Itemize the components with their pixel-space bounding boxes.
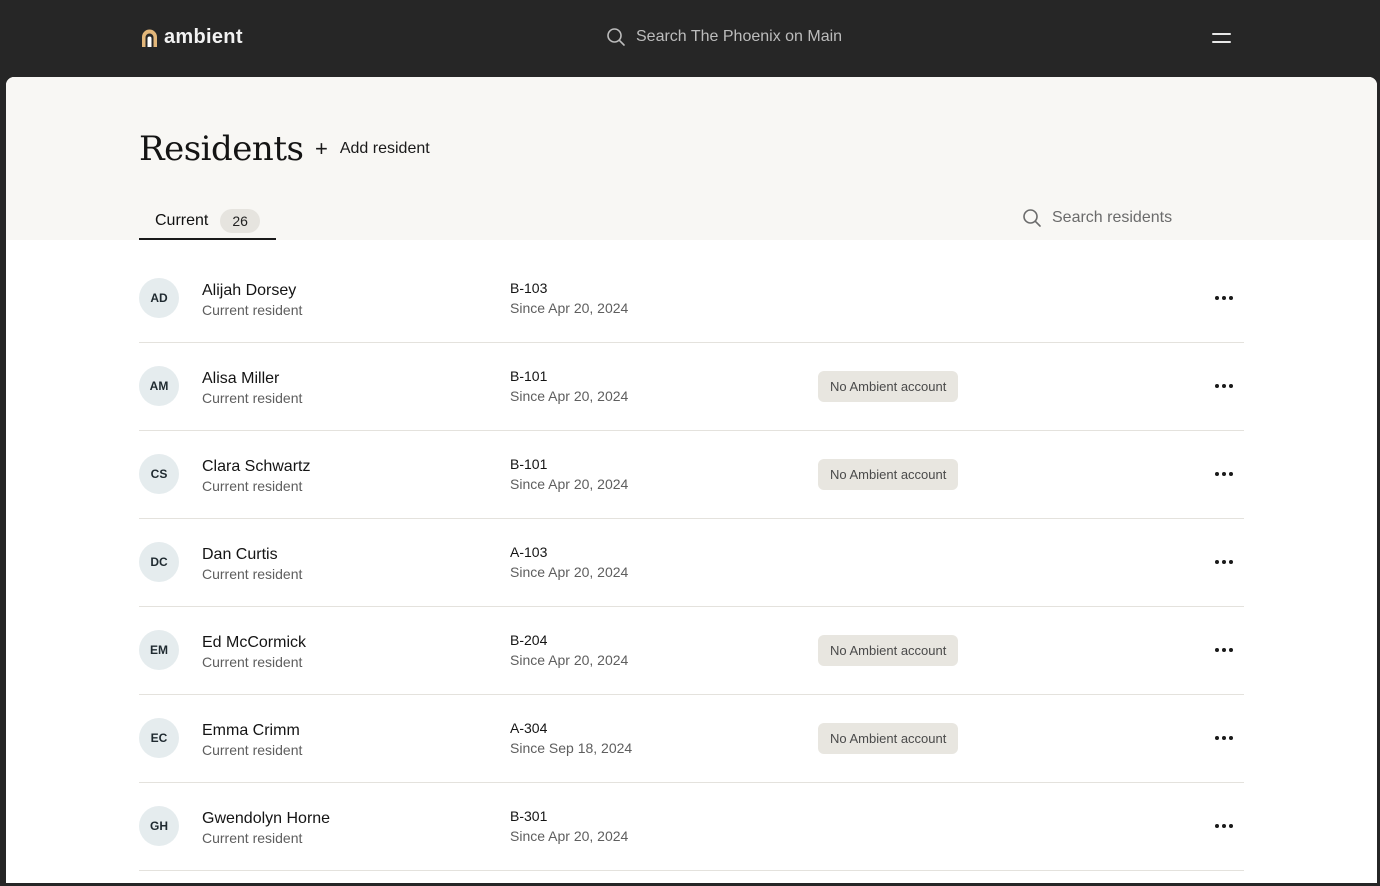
no-account-badge: No Ambient account [818, 459, 959, 490]
resident-unit: B-101 [510, 368, 548, 384]
resident-status: Current resident [202, 830, 303, 846]
resident-since: Since Apr 20, 2024 [510, 564, 629, 580]
resident-unit: B-204 [510, 632, 548, 648]
menu-line [1212, 33, 1231, 35]
search-icon [607, 28, 625, 46]
resident-unit: B-103 [510, 280, 548, 296]
resident-unit: A-304 [510, 720, 548, 736]
search-icon [1023, 209, 1041, 227]
resident-since: Since Apr 20, 2024 [510, 476, 629, 492]
more-horizontal-icon[interactable] [1211, 637, 1237, 663]
resident-status: Current resident [202, 390, 303, 406]
plus-icon: + [315, 136, 328, 161]
resident-row[interactable]: AM Alisa Miller Current resident B-101 S… [139, 343, 1244, 431]
more-horizontal-icon[interactable] [1211, 813, 1237, 839]
avatar: EM [139, 630, 179, 670]
tab-current-count: 26 [220, 208, 260, 233]
more-horizontal-icon[interactable] [1211, 461, 1237, 487]
global-search-input[interactable]: Search The Phoenix on Main [606, 27, 842, 47]
ambient-logo[interactable]: ambient [141, 26, 243, 49]
avatar: GH [139, 806, 179, 846]
more-horizontal-icon[interactable] [1211, 373, 1237, 399]
resident-name: Alisa Miller [202, 370, 280, 387]
more-horizontal-icon[interactable] [1211, 285, 1237, 311]
resident-status: Current resident [202, 742, 303, 758]
menu-line [1212, 41, 1231, 43]
avatar: AM [139, 366, 179, 406]
resident-row[interactable]: GH Gwendolyn Horne Current resident B-30… [139, 783, 1244, 871]
resident-name: Dan Curtis [202, 546, 278, 563]
resident-status: Current resident [202, 302, 303, 318]
top-navigation-bar: ambient Search The Phoenix on Main [0, 0, 1380, 77]
no-account-badge: No Ambient account [818, 723, 959, 754]
resident-tabs: Current 26 [139, 203, 276, 240]
resident-name: Ed McCormick [202, 634, 307, 651]
resident-status: Current resident [202, 478, 303, 494]
resident-unit: A-103 [510, 544, 548, 560]
add-resident-label: Add resident [339, 140, 430, 157]
resident-row[interactable]: DC Dan Curtis Current resident A-103 Sin… [139, 519, 1244, 607]
resident-list: AD Alijah Dorsey Current resident B-103 … [139, 255, 1244, 871]
tab-current[interactable]: Current 26 [139, 203, 276, 240]
resident-since: Since Apr 20, 2024 [510, 828, 629, 844]
more-horizontal-icon[interactable] [1211, 725, 1237, 751]
avatar: EC [139, 718, 179, 758]
add-resident-button[interactable]: + Add resident [315, 136, 430, 161]
resident-name: Emma Crimm [202, 722, 300, 739]
resident-since: Since Apr 20, 2024 [510, 652, 629, 668]
resident-status: Current resident [202, 654, 303, 670]
resident-row[interactable]: EM Ed McCormick Current resident B-204 S… [139, 607, 1244, 695]
avatar: DC [139, 542, 179, 582]
search-residents-input[interactable]: Search residents [1022, 208, 1172, 228]
resident-unit: B-101 [510, 456, 548, 472]
hamburger-menu-icon[interactable] [1212, 27, 1236, 49]
resident-unit: B-301 [510, 808, 548, 824]
resident-name: Gwendolyn Horne [202, 810, 331, 827]
global-search-placeholder: Search The Phoenix on Main [636, 28, 843, 45]
avatar: CS [139, 454, 179, 494]
avatar: AD [139, 278, 179, 318]
resident-since: Since Apr 20, 2024 [510, 388, 629, 404]
page-title: Residents [139, 129, 304, 169]
resident-since: Since Sep 18, 2024 [510, 740, 633, 756]
resident-row[interactable]: EC Emma Crimm Current resident A-304 Sin… [139, 695, 1244, 783]
resident-since: Since Apr 20, 2024 [510, 300, 629, 316]
resident-row[interactable]: AD Alijah Dorsey Current resident B-103 … [139, 255, 1244, 343]
ambient-logo-icon [142, 29, 157, 47]
more-horizontal-icon[interactable] [1211, 549, 1237, 575]
resident-name: Clara Schwartz [202, 458, 311, 475]
no-account-badge: No Ambient account [818, 371, 959, 402]
resident-row[interactable]: CS Clara Schwartz Current resident B-101… [139, 431, 1244, 519]
resident-status: Current resident [202, 566, 303, 582]
resident-name: Alijah Dorsey [202, 282, 297, 299]
brand-name: ambient [164, 26, 243, 48]
tab-current-label: Current [155, 211, 209, 229]
no-account-badge: No Ambient account [818, 635, 959, 666]
main-panel: Residents + Add resident Current 26 Sear… [6, 77, 1377, 883]
search-residents-placeholder: Search residents [1052, 209, 1173, 226]
